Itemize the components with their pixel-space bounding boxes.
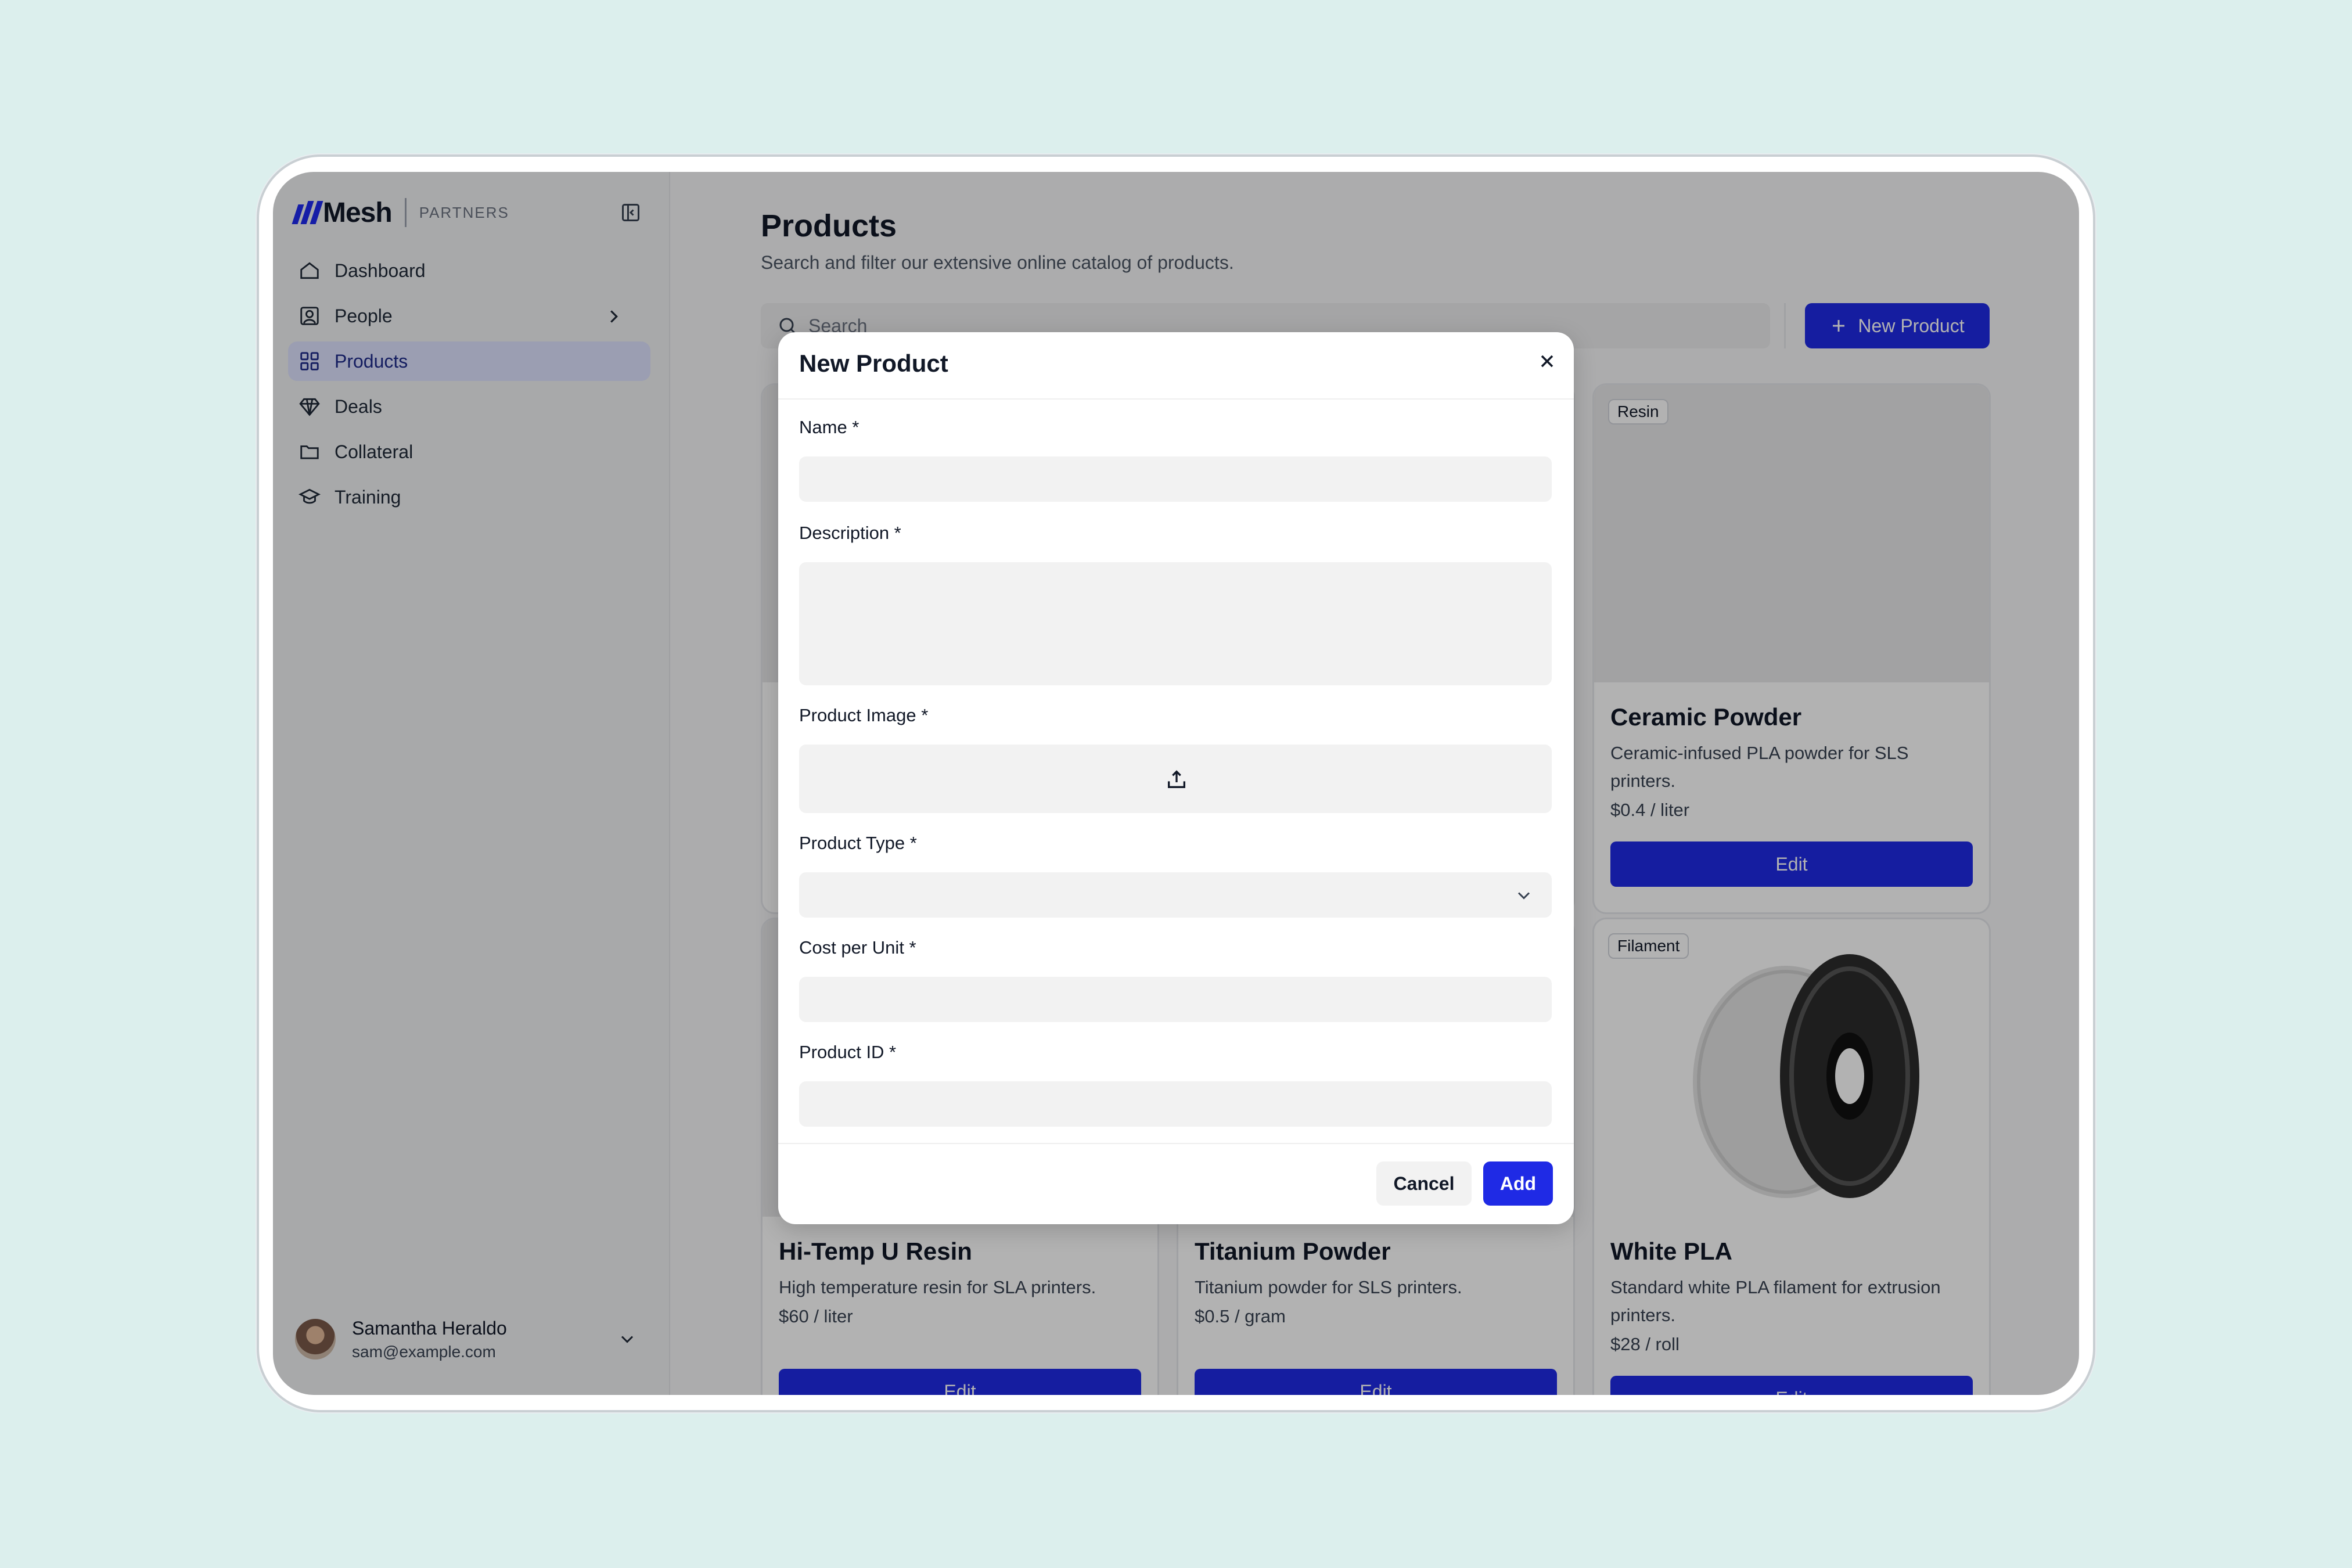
product-id-field[interactable] — [799, 1081, 1552, 1127]
dialog-title: New Product — [799, 350, 948, 377]
product-image-label: Product Image * — [799, 705, 929, 725]
name-field[interactable] — [799, 456, 1552, 502]
product-id-label: Product ID * — [799, 1042, 897, 1062]
description-field[interactable] — [799, 562, 1552, 685]
close-icon[interactable] — [1537, 351, 1558, 372]
name-label: Name * — [799, 417, 859, 437]
dialog-footer: Cancel Add — [778, 1143, 1574, 1224]
cost-per-unit-label: Cost per Unit * — [799, 937, 916, 958]
new-product-dialog: New Product Name * Description * Product… — [778, 332, 1574, 1224]
product-type-select[interactable] — [799, 872, 1552, 918]
chevron-down-icon — [1517, 892, 1530, 900]
upload-icon — [1168, 770, 1185, 788]
add-button[interactable]: Add — [1483, 1161, 1553, 1206]
cancel-button[interactable]: Cancel — [1376, 1161, 1472, 1206]
cost-per-unit-field[interactable] — [799, 977, 1552, 1022]
description-label: Description * — [799, 523, 901, 543]
app-screen: Mesh PARTNERS Dashboard People Products — [273, 172, 2079, 1395]
dialog-header: New Product — [778, 332, 1574, 400]
product-type-label: Product Type * — [799, 833, 917, 853]
product-image-upload[interactable] — [799, 745, 1552, 813]
